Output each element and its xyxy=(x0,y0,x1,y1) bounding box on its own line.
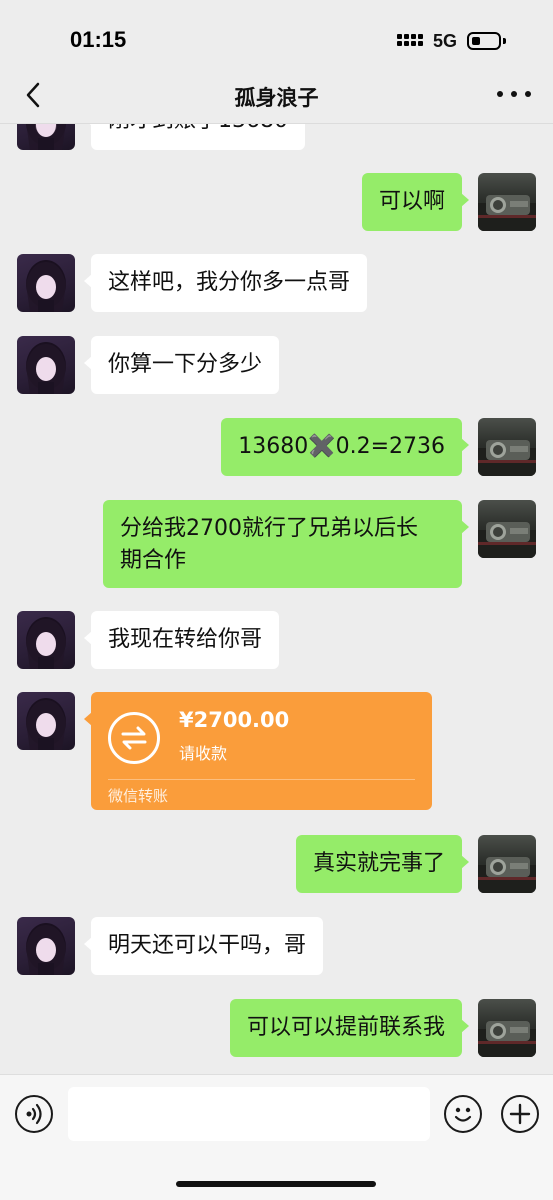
user-avatar[interactable] xyxy=(478,173,536,231)
user-avatar[interactable] xyxy=(478,500,536,558)
network-type: 5G xyxy=(433,31,458,51)
user-avatar[interactable] xyxy=(478,835,536,893)
contact-avatar[interactable] xyxy=(17,124,75,150)
message-bubble-received[interactable]: 这样吧，我分你多一点哥 xyxy=(83,254,368,312)
signal-icon xyxy=(397,34,423,46)
contact-avatar[interactable] xyxy=(17,611,75,669)
message-bubble-received[interactable]: 刚才到账了13680 xyxy=(84,124,305,150)
message-bubble-received[interactable]: 我现在转给你哥 xyxy=(83,611,280,669)
transfer-card[interactable]: ¥2700.00 请收款 微信转账 xyxy=(84,692,432,810)
nav-bar: 孤身浪子 xyxy=(0,70,553,124)
chat-title: 孤身浪子 xyxy=(234,86,319,110)
more-dots-icon xyxy=(497,91,503,97)
message-bubble-received[interactable]: 明天还可以干吗，哥 xyxy=(83,917,324,975)
message-bubble-sent[interactable]: 13680✖️0.2=2736 xyxy=(221,418,469,476)
more-button[interactable] xyxy=(497,82,531,106)
message-bubble-sent[interactable]: 真实就完事了 xyxy=(295,835,470,893)
contact-avatar[interactable] xyxy=(17,692,75,750)
transfer-amount: ¥2700.00 xyxy=(179,708,290,732)
voice-button[interactable] xyxy=(15,1095,53,1133)
transfer-divider xyxy=(108,779,415,780)
user-avatar[interactable] xyxy=(478,418,536,476)
emoji-button[interactable] xyxy=(444,1095,482,1133)
plus-button[interactable] xyxy=(501,1095,539,1133)
message-bubble-received[interactable]: 你算一下分多少 xyxy=(83,336,280,394)
message-bubble-sent[interactable]: 分给我2700就行了兄弟以后长 期合作 xyxy=(103,500,469,588)
chat-area[interactable]: 刚才到账了13680 可以啊 这样吧，我分你多一点哥 你算一下分多少 13680… xyxy=(0,124,553,1074)
transfer-footer: 微信转账 xyxy=(108,787,169,805)
contact-avatar[interactable] xyxy=(17,254,75,312)
voice-icon xyxy=(26,1103,42,1125)
transfer-status: 请收款 xyxy=(179,744,228,763)
user-avatar[interactable] xyxy=(478,999,536,1057)
message-bubble-sent[interactable]: 可以可以提前联系我 xyxy=(229,999,470,1057)
emoji-icon xyxy=(454,1107,472,1122)
status-time: 01:15 xyxy=(70,27,127,52)
message-bubble-sent[interactable]: 可以啊 xyxy=(361,173,470,231)
battery-cap xyxy=(503,38,506,44)
home-indicator xyxy=(176,1181,376,1187)
plus-icon xyxy=(509,1103,531,1125)
contact-avatar[interactable] xyxy=(17,336,75,394)
battery-icon xyxy=(467,32,501,50)
transfer-icon xyxy=(108,712,160,764)
message-input[interactable] xyxy=(68,1087,430,1141)
contact-avatar[interactable] xyxy=(17,917,75,975)
status-bar: 01:15 5G xyxy=(0,0,553,70)
